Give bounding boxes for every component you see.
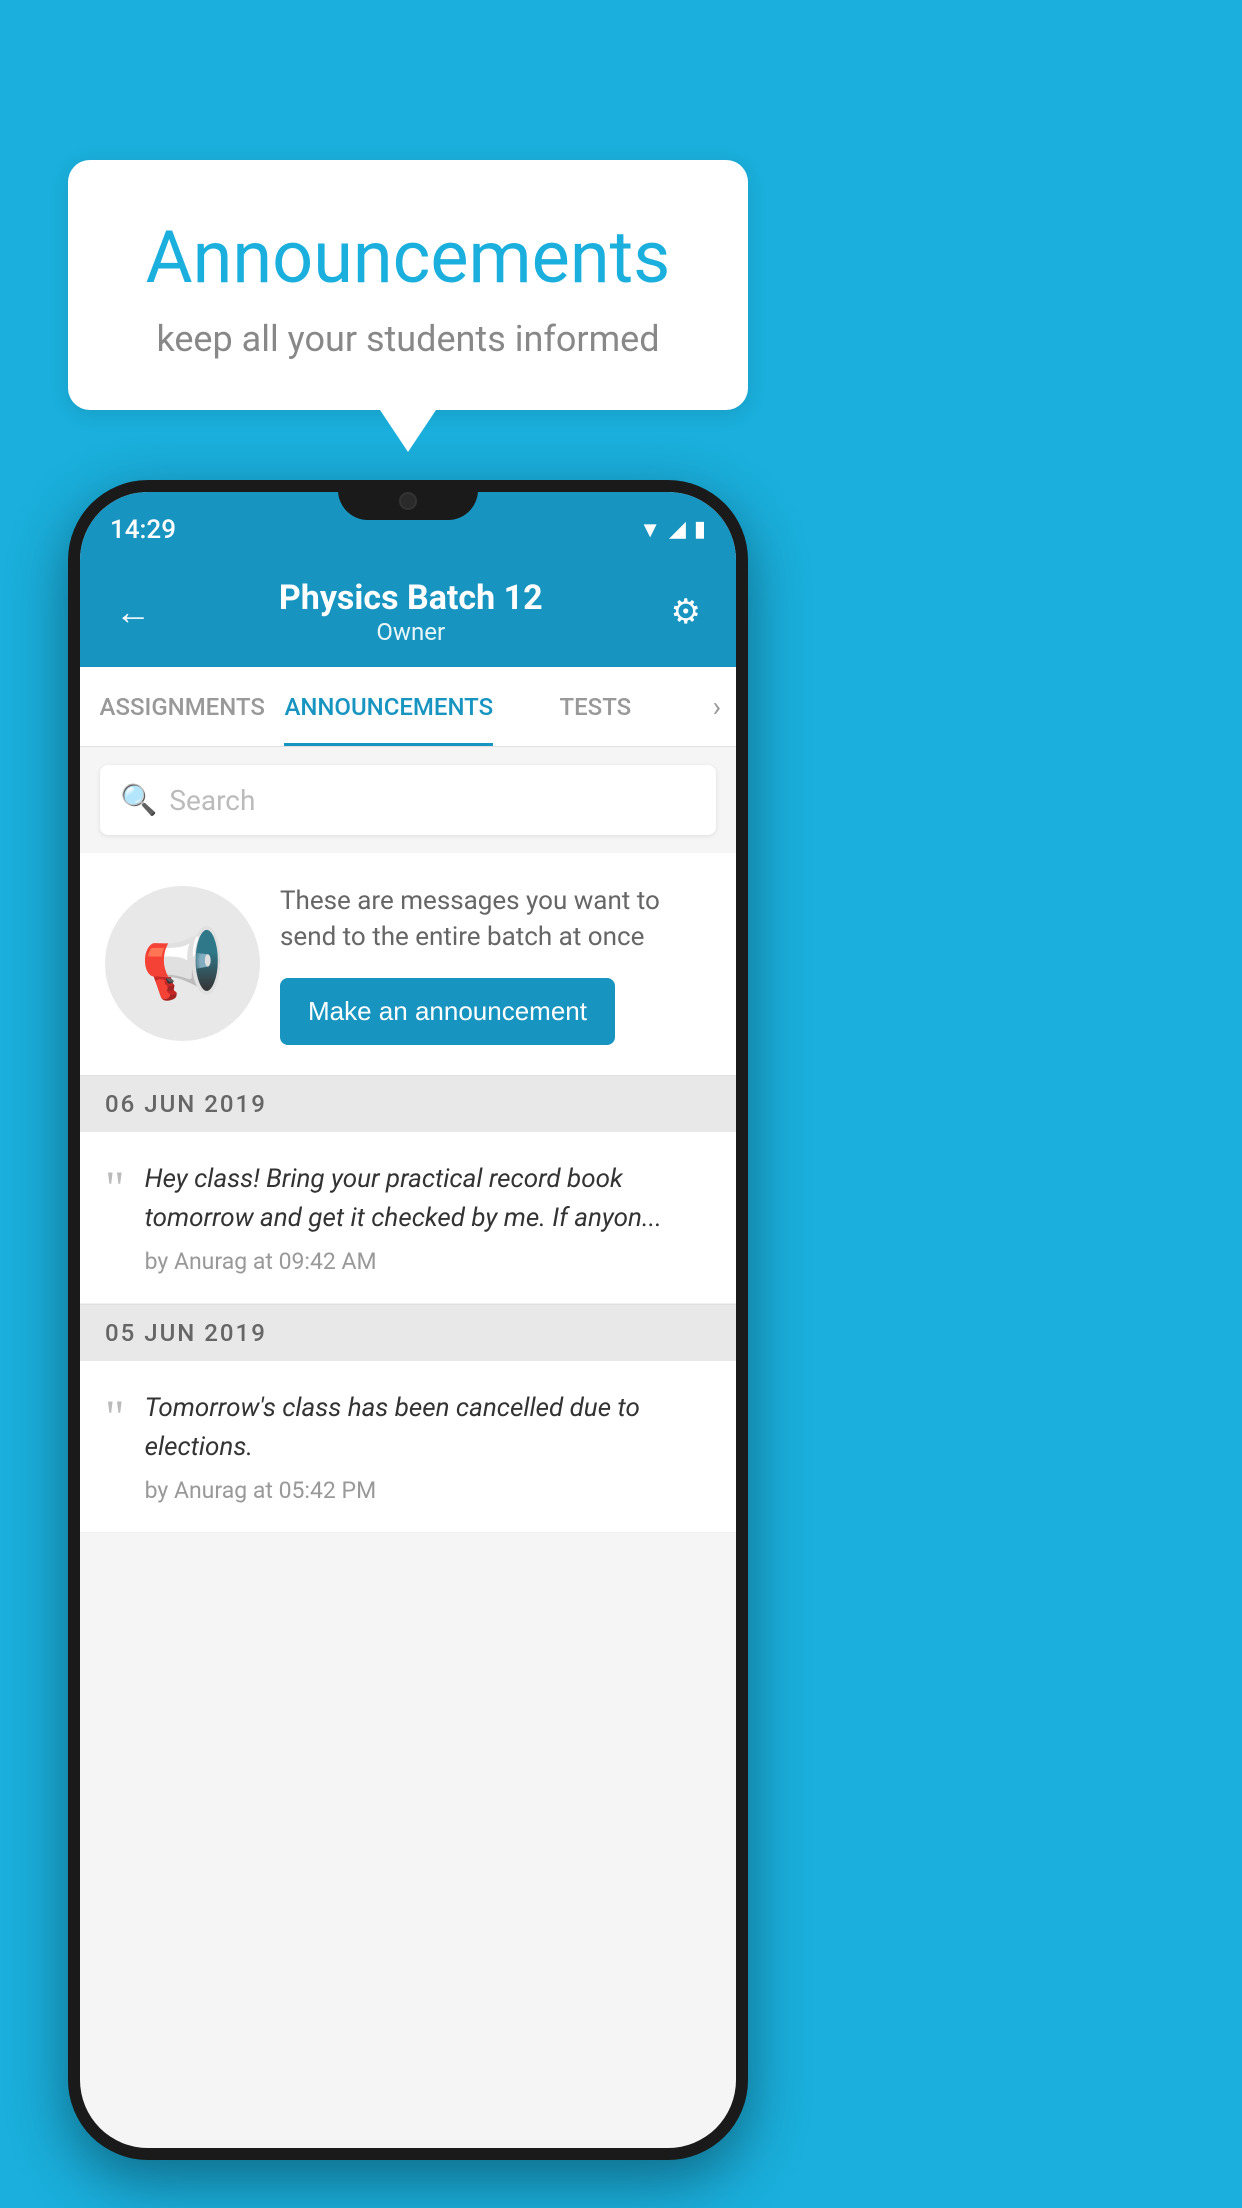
search-icon: 🔍 [120,783,157,818]
tab-announcements[interactable]: ANNOUNCEMENTS [284,667,493,746]
tab-assignments[interactable]: ASSIGNMENTS [80,667,284,746]
promo-icon-circle: 📢 [105,886,260,1041]
bubble-title: Announcements [128,215,688,300]
promo-content: These are messages you want to send to t… [280,883,711,1045]
search-placeholder: Search [169,784,255,817]
announcement-content-1: Hey class! Bring your practical record b… [145,1160,711,1275]
announcement-content-2: Tomorrow's class has been cancelled due … [145,1389,711,1504]
front-camera [399,492,417,510]
announcement-meta-1: by Anurag at 09:42 AM [145,1248,377,1275]
speech-bubble-container: Announcements keep all your students inf… [68,160,748,410]
signal-icon: ◢ [669,517,686,542]
speech-bubble: Announcements keep all your students inf… [68,160,748,410]
batch-subtitle: Owner [161,618,661,646]
promo-description: These are messages you want to send to t… [280,883,711,956]
quote-icon-2: " [105,1394,125,1442]
search-bar[interactable]: 🔍 Search [100,765,716,835]
announcement-text-2: Tomorrow's class has been cancelled due … [145,1389,711,1467]
phone-screen: 14:29 ▼ ◢ ▮ ← Physics Batch 12 Owner ⚙ [80,492,736,2148]
bubble-subtitle: keep all your students informed [128,318,688,360]
tabs-more-button[interactable]: › [698,690,736,723]
settings-button[interactable]: ⚙ [661,582,711,642]
app-bar: ← Physics Batch 12 Owner ⚙ [80,557,736,667]
phone-outer: 14:29 ▼ ◢ ▮ ← Physics Batch 12 Owner ⚙ [68,480,748,2160]
status-icons: ▼ ◢ ▮ [639,517,706,543]
phone-notch [338,480,478,520]
promo-card: 📢 These are messages you want to send to… [80,853,736,1075]
date-separator-june5: 05 JUN 2019 [80,1305,736,1361]
app-bar-title: Physics Batch 12 Owner [161,578,661,646]
tabs-bar: ASSIGNMENTS ANNOUNCEMENTS TESTS › [80,667,736,747]
announcement-meta-2: by Anurag at 05:42 PM [145,1477,377,1504]
announcement-item-1[interactable]: " Hey class! Bring your practical record… [80,1132,736,1304]
megaphone-icon: 📢 [140,924,225,1004]
quote-icon-1: " [105,1165,125,1213]
phone-wrapper: 14:29 ▼ ◢ ▮ ← Physics Batch 12 Owner ⚙ [68,480,748,2160]
status-time: 14:29 [110,515,176,545]
wifi-icon: ▼ [639,517,661,543]
battery-icon: ▮ [694,517,706,542]
announcement-item-2[interactable]: " Tomorrow's class has been cancelled du… [80,1361,736,1533]
batch-title: Physics Batch 12 [161,578,661,618]
date-separator-june6: 06 JUN 2019 [80,1076,736,1132]
make-announcement-button[interactable]: Make an announcement [280,978,615,1045]
announcement-text-1: Hey class! Bring your practical record b… [145,1160,711,1238]
tab-tests[interactable]: TESTS [493,667,697,746]
back-button[interactable]: ← [105,581,161,643]
content-area: 🔍 Search 📢 These are messages you want t… [80,765,736,1533]
